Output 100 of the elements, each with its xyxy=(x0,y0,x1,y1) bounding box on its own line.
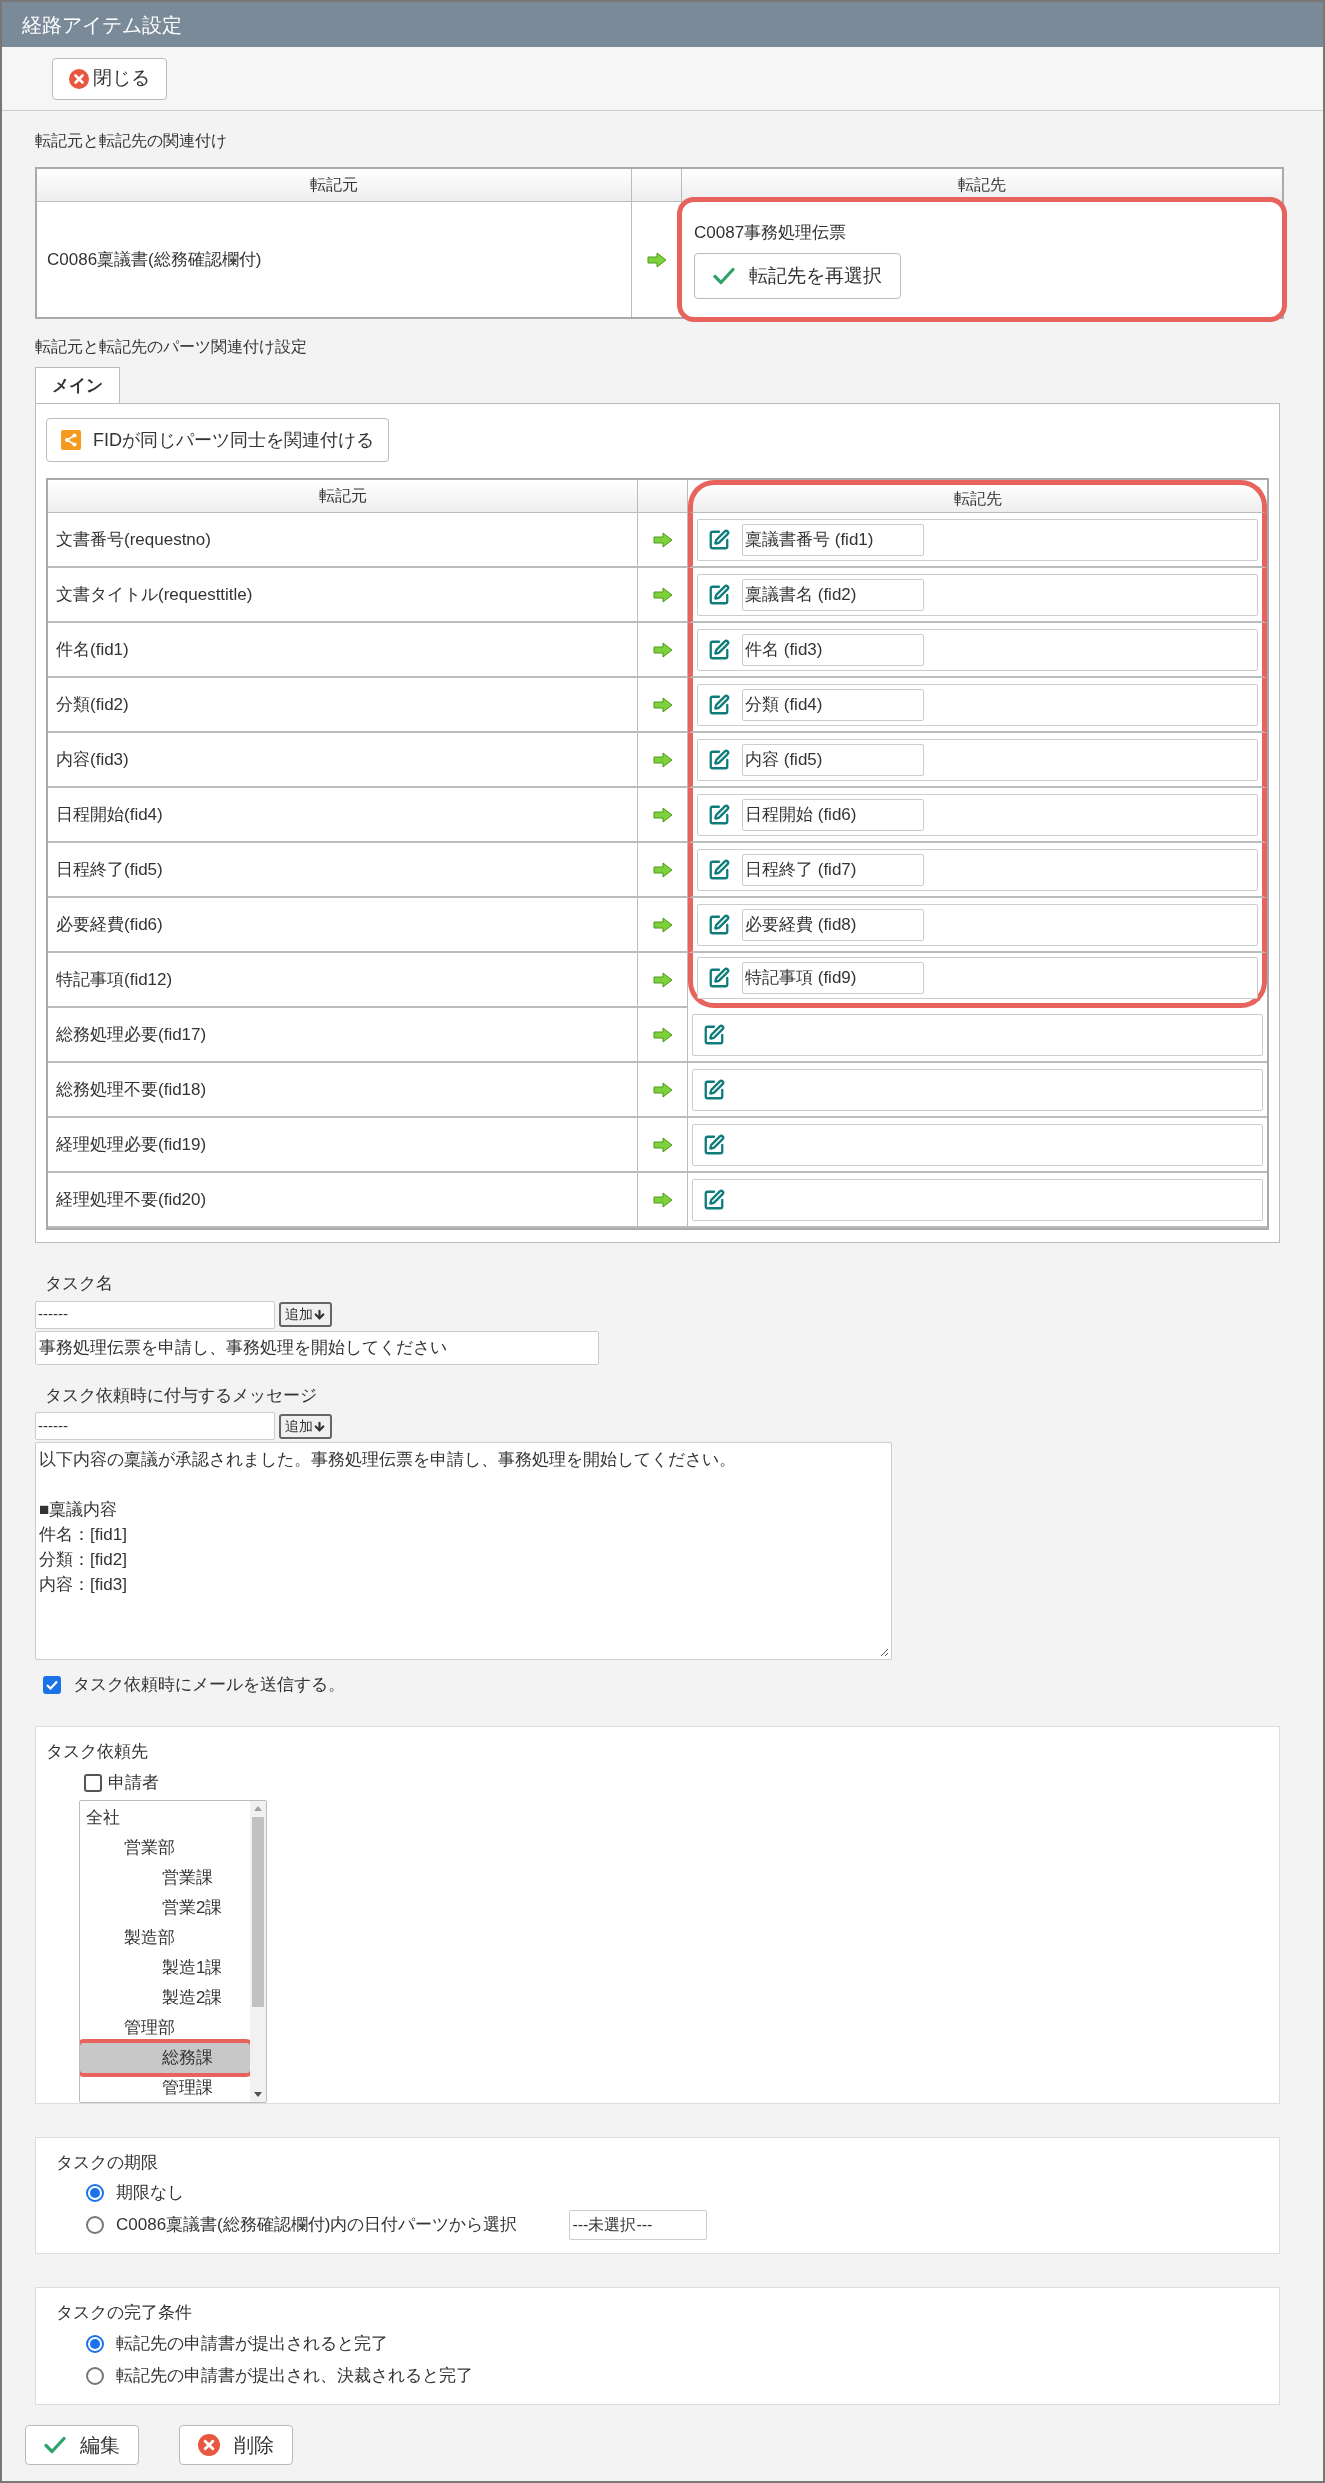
radio-button[interactable] xyxy=(86,2184,104,2202)
destination-field[interactable]: 稟議書番号 (fid1) xyxy=(697,518,1258,561)
radio-label: 転記先の申請書が提出されると完了 xyxy=(116,2332,388,2355)
table-cell: 日程終了(fid5) xyxy=(48,843,638,898)
arrow-right-icon xyxy=(652,916,673,933)
table-cell: 特記事項(fid12) xyxy=(48,953,638,1008)
organization-item[interactable]: 営業部 xyxy=(80,1832,250,1863)
edit-icon[interactable] xyxy=(708,913,730,936)
destination-field[interactable]: 分類 (fid4) xyxy=(697,683,1258,726)
destination-part: 分類 (fid4) xyxy=(742,688,924,721)
organization-item[interactable]: 製造部 xyxy=(80,1922,250,1953)
add-button[interactable]: 追加 xyxy=(279,1413,332,1439)
radio-button[interactable] xyxy=(86,2334,104,2353)
organization-item[interactable]: 管理課 xyxy=(80,2072,250,2102)
edit-button[interactable]: 編集 xyxy=(25,2424,139,2465)
variable-picker[interactable]: ------ xyxy=(35,1300,275,1329)
destination-field[interactable]: 特記事項 (fid9) xyxy=(697,957,1258,999)
table-cell: 経理処理必要(fid19) xyxy=(48,1118,638,1173)
arrow-right-icon xyxy=(652,1026,673,1043)
destination-field[interactable]: 日程終了 (fid7) xyxy=(697,848,1258,891)
organization-item[interactable]: 製造1課 xyxy=(80,1952,250,1983)
panel-heading: タスクの期限 xyxy=(56,2151,159,2174)
edit-icon[interactable] xyxy=(708,528,730,551)
destination-field[interactable]: 必要経費 (fid8) xyxy=(697,903,1258,946)
table-cell: 総務処理必要(fid17) xyxy=(48,1008,638,1063)
arrow-right-icon xyxy=(652,531,673,548)
organization-item[interactable]: 製造2課 xyxy=(80,1982,250,2013)
add-button[interactable]: 追加 xyxy=(279,1302,332,1327)
radio-button[interactable] xyxy=(86,2216,104,2234)
organization-item[interactable]: 全社 xyxy=(80,1802,250,1833)
edit-icon[interactable] xyxy=(703,1023,725,1046)
destination-field[interactable] xyxy=(692,1068,1263,1111)
radio-label: C0086稟議書(総務確認欄付)内の日付パーツから選択 xyxy=(116,2214,518,2237)
table-cell: 件名(fid1) xyxy=(48,623,638,678)
table-cell: 文書番号(requestno) xyxy=(48,513,638,568)
table-cell: 文書タイトル(requesttitle) xyxy=(48,568,638,623)
column-header: 転記元 xyxy=(48,480,638,513)
destination-field[interactable]: 日程開始 (fid6) xyxy=(697,793,1258,836)
destination-field[interactable] xyxy=(692,1178,1263,1221)
share-icon xyxy=(61,430,81,450)
edit-icon[interactable] xyxy=(703,1078,725,1101)
destination-part: 必要経費 (fid8) xyxy=(742,908,924,941)
arrow-right-icon xyxy=(652,1191,673,1208)
scrollbar[interactable] xyxy=(250,1800,266,2102)
message-line: 以下内容の稟議が承認されました。事務処理伝票を申請し、事務処理を開始してください。 xyxy=(39,1449,736,1471)
down-arrow-icon xyxy=(313,1419,326,1433)
destination-field[interactable]: 件名 (fid3) xyxy=(697,628,1258,671)
radio-button[interactable] xyxy=(86,2366,104,2385)
edit-icon[interactable] xyxy=(703,1188,725,1211)
field-label: タスク依頼時に付与するメッセージ xyxy=(45,1384,318,1407)
close-icon xyxy=(198,2433,220,2456)
checkbox-label: 申請者 xyxy=(108,1772,159,1794)
destination-field[interactable]: 稟議書名 (fid2) xyxy=(697,573,1258,616)
table-cell: 分類(fid2) xyxy=(48,678,638,733)
window-title: 経路アイテム設定 xyxy=(22,12,182,38)
panel-heading: タスクの完了条件 xyxy=(56,2302,193,2324)
checkbox[interactable] xyxy=(43,1675,61,1694)
close-icon xyxy=(69,68,89,89)
column-header: 転記先 xyxy=(688,480,1267,513)
panel-heading: タスク依頼先 xyxy=(46,1740,149,1763)
resize-grip-icon xyxy=(879,1647,889,1657)
delete-button[interactable]: 削除 xyxy=(179,2424,293,2465)
close-button[interactable]: 閉じる xyxy=(52,57,167,100)
section-heading: 転記元と転記先の関連付け xyxy=(35,131,228,151)
checkbox[interactable] xyxy=(84,1773,102,1792)
arrow-right-icon xyxy=(652,861,673,878)
destination-part: 稟議書名 (fid2) xyxy=(742,578,924,611)
edit-icon[interactable] xyxy=(708,967,730,989)
destination-field[interactable] xyxy=(692,1123,1263,1166)
reselect-button[interactable]: 転記先を再選択 xyxy=(694,253,901,300)
checkbox-label: タスク依頼時にメールを送信する。 xyxy=(73,1674,345,1696)
edit-icon[interactable] xyxy=(703,1133,725,1156)
organization-item[interactable]: 営業課 xyxy=(80,1862,250,1893)
tab[interactable]: メイン xyxy=(35,367,120,403)
destination-field[interactable] xyxy=(692,1013,1263,1056)
destination-part: 内容 (fid5) xyxy=(742,743,924,776)
arrow-right-icon xyxy=(652,586,673,603)
edit-icon[interactable] xyxy=(708,748,730,771)
fid-link-button[interactable]: FIDが同じパーツ同士を関連付ける xyxy=(46,418,389,462)
arrow-right-icon xyxy=(652,1081,673,1098)
organization-item[interactable]: 管理部 xyxy=(80,2012,250,2043)
arrow-right-icon xyxy=(652,971,673,988)
destination-field[interactable]: 内容 (fid5) xyxy=(697,738,1258,781)
date-part-select[interactable]: ---未選択--- xyxy=(569,2210,708,2240)
edit-icon[interactable] xyxy=(708,693,730,716)
edit-icon[interactable] xyxy=(708,803,730,826)
edit-icon[interactable] xyxy=(708,583,730,606)
check-icon xyxy=(713,267,735,286)
edit-icon[interactable] xyxy=(708,858,730,881)
organization-item[interactable]: 営業2課 xyxy=(80,1892,250,1923)
message-field[interactable]: 以下内容の稟議が承認されました。事務処理伝票を申請し、事務処理を開始してください。 ■稟議内容 件名：[fid1] 分類：[fid2] 内容：[fid3] xyxy=(35,1442,892,1660)
task-name-field[interactable]: 事務処理伝票を申請し、事務処理を開始してください xyxy=(35,1330,599,1365)
variable-picker[interactable]: ------ xyxy=(35,1412,275,1440)
radio-label: 転記先の申請書が提出され、決裁されると完了 xyxy=(116,2364,473,2387)
arrow-right-icon xyxy=(652,696,673,713)
edit-icon[interactable] xyxy=(708,638,730,661)
destination-part: 日程開始 (fid6) xyxy=(742,798,924,831)
section-heading: 転記元と転記先のパーツ関連付け設定 xyxy=(35,337,308,357)
table-cell: 経理処理不要(fid20) xyxy=(48,1173,638,1228)
arrow-right-icon xyxy=(646,251,667,268)
